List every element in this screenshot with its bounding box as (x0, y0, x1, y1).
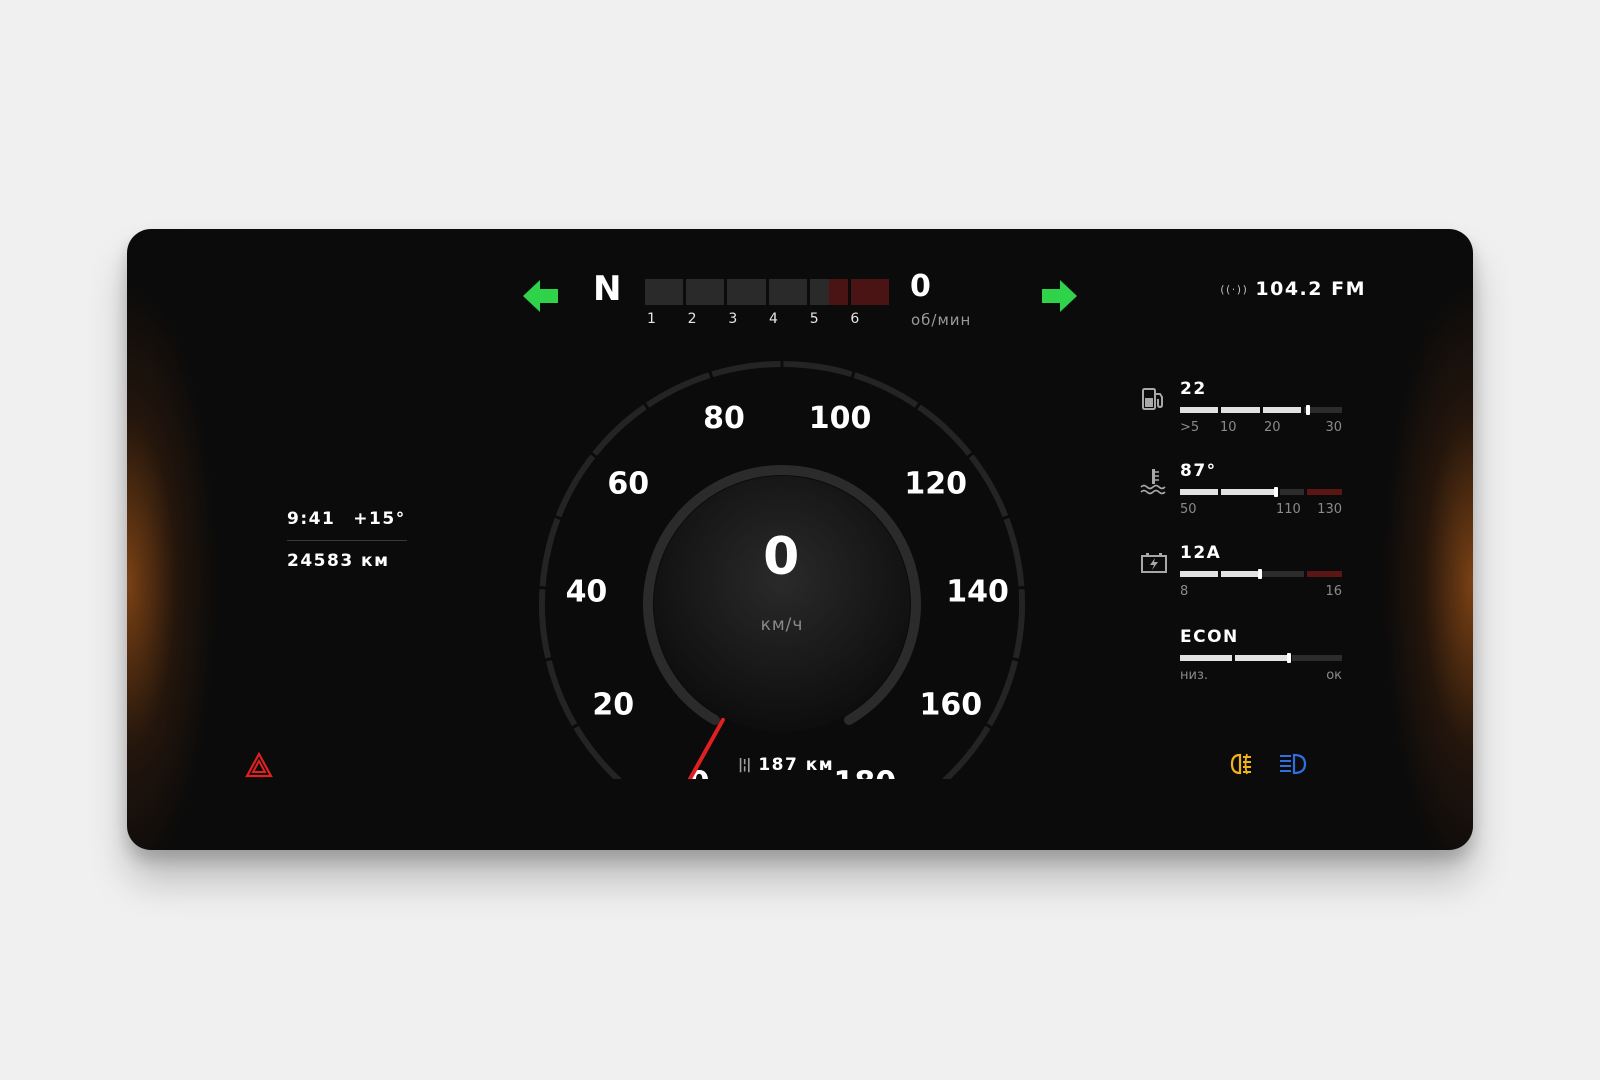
speed-value: 0 (763, 527, 801, 587)
speed-tick-label: 120 (904, 466, 967, 501)
speed-tick-label: 160 (919, 688, 982, 723)
scale-label: низ. (1180, 668, 1208, 683)
scale-label: 16 (1325, 584, 1342, 599)
radio-frequency: 104.2 FM (1255, 278, 1366, 300)
fuel-gauge: 22 >5 10 20 30 (1140, 379, 1350, 439)
coolant-temp-icon (1140, 469, 1166, 495)
econ-label: ECON (1180, 627, 1239, 647)
econ-marker (1287, 653, 1291, 663)
gear-scale-label: 3 (728, 311, 738, 327)
scale-label: 110 (1276, 502, 1301, 517)
rpm-segment (768, 279, 807, 305)
battery-level-bar (1180, 569, 1342, 579)
scale-label: 20 (1264, 420, 1281, 435)
speed-tick-label: 80 (703, 401, 745, 436)
scale-label: 50 (1180, 502, 1197, 517)
rpm-segment (645, 279, 684, 305)
coolant-gauge: 87° 50 110 130 (1140, 461, 1350, 521)
coolant-scale: 50 110 130 (1180, 502, 1342, 518)
speedo-tick (544, 656, 553, 662)
bar-segment (1221, 407, 1260, 413)
rpm-segment (686, 279, 725, 305)
fog-light-icon (1230, 753, 1251, 775)
range-readout: |¦| 187 км (738, 755, 834, 775)
gear-scale-label: 4 (769, 311, 778, 327)
bar-segment (1180, 655, 1232, 661)
scale-label: 130 (1317, 502, 1342, 517)
instrument-cluster: N 1 2 3 4 5 6 0 об/мин ((·)) 104.2 FM 9:… (127, 229, 1473, 850)
high-beam-icon (1280, 753, 1307, 775)
gear-scale-label: 2 (687, 311, 697, 327)
speedo-center-disc (654, 476, 910, 732)
speed-unit: км/ч (760, 615, 804, 635)
rpm-value: 0 (910, 269, 933, 304)
battery-marker (1258, 569, 1262, 579)
gear-scale: 1 2 3 4 5 6 (645, 311, 889, 327)
hazard-icon[interactable] (245, 752, 273, 778)
gear-scale-label: 5 (809, 311, 819, 327)
bar-segment (1235, 655, 1289, 661)
speedo-tick (538, 585, 547, 590)
speedometer: 020406080100120140160180 0 км/ч (512, 359, 1052, 826)
range-value: 187 км (758, 755, 835, 775)
bar-segment (1180, 407, 1219, 413)
scale-label: >5 (1180, 420, 1200, 435)
coolant-marker (1274, 487, 1278, 497)
battery-value: 12A (1180, 543, 1222, 563)
bar-segment (1292, 655, 1342, 661)
fuel-marker (1306, 405, 1310, 415)
rpm-segment (727, 279, 766, 305)
scale-label: 10 (1220, 420, 1237, 435)
speed-tick-label: 180 (834, 766, 897, 779)
road-icon: |¦| (738, 757, 751, 773)
rpm-bar (645, 279, 890, 305)
bar-segment (1221, 489, 1277, 495)
antenna-icon: ((·)) (1220, 282, 1249, 296)
speed-needle (667, 717, 725, 818)
light-indicators (1228, 752, 1308, 776)
gear-scale-label: 1 (647, 311, 656, 327)
fuel-value: 22 (1180, 379, 1207, 399)
bar-segment (1280, 489, 1304, 495)
coolant-level-bar (1180, 487, 1342, 497)
speed-tick-label: 60 (607, 466, 649, 501)
scale-label: ок (1326, 668, 1342, 683)
bar-segment-danger (1307, 489, 1342, 495)
econ-scale: низ. ок (1180, 668, 1342, 684)
bar-segment (1221, 571, 1259, 577)
rpm-segment (809, 279, 848, 305)
time-temp-row: 9:41 +15° (287, 509, 406, 529)
fuel-level-bar (1180, 405, 1342, 415)
outside-temp: +15° (353, 509, 406, 529)
fuel-pump-icon (1142, 388, 1163, 410)
rpm-segment (850, 279, 890, 305)
bar-segment (1180, 571, 1218, 577)
gear-indicator: N (593, 269, 623, 309)
divider (287, 540, 407, 541)
speed-tick-label: 20 (592, 688, 634, 723)
bar-segment-danger (1307, 571, 1342, 577)
econ-gauge: ECON низ. ок (1140, 627, 1350, 687)
speedo-tick (1011, 656, 1020, 662)
scale-label: 30 (1325, 420, 1342, 435)
odometer: 24583 км (287, 551, 390, 571)
right-arrow-icon (1042, 280, 1077, 312)
bar-segment (1180, 489, 1218, 495)
battery-icon (1141, 553, 1167, 573)
gear-scale-label: 6 (850, 311, 860, 327)
speedo-tick (1017, 585, 1026, 590)
coolant-value: 87° (1180, 461, 1217, 481)
clock: 9:41 (287, 509, 336, 529)
battery-gauge: 12A 8 16 (1140, 543, 1350, 603)
bar-segment (1262, 571, 1304, 577)
left-arrow-icon (523, 280, 558, 312)
battery-scale: 8 16 (1180, 584, 1342, 600)
speed-tick-label: 100 (809, 401, 872, 436)
rpm-unit: об/мин (911, 311, 972, 329)
bar-segment (1262, 407, 1301, 413)
fuel-scale: >5 10 20 30 (1180, 420, 1342, 436)
scale-label: 8 (1180, 584, 1189, 599)
econ-level-bar (1180, 653, 1342, 663)
radio-station[interactable]: ((·)) 104.2 FM (1220, 278, 1366, 300)
